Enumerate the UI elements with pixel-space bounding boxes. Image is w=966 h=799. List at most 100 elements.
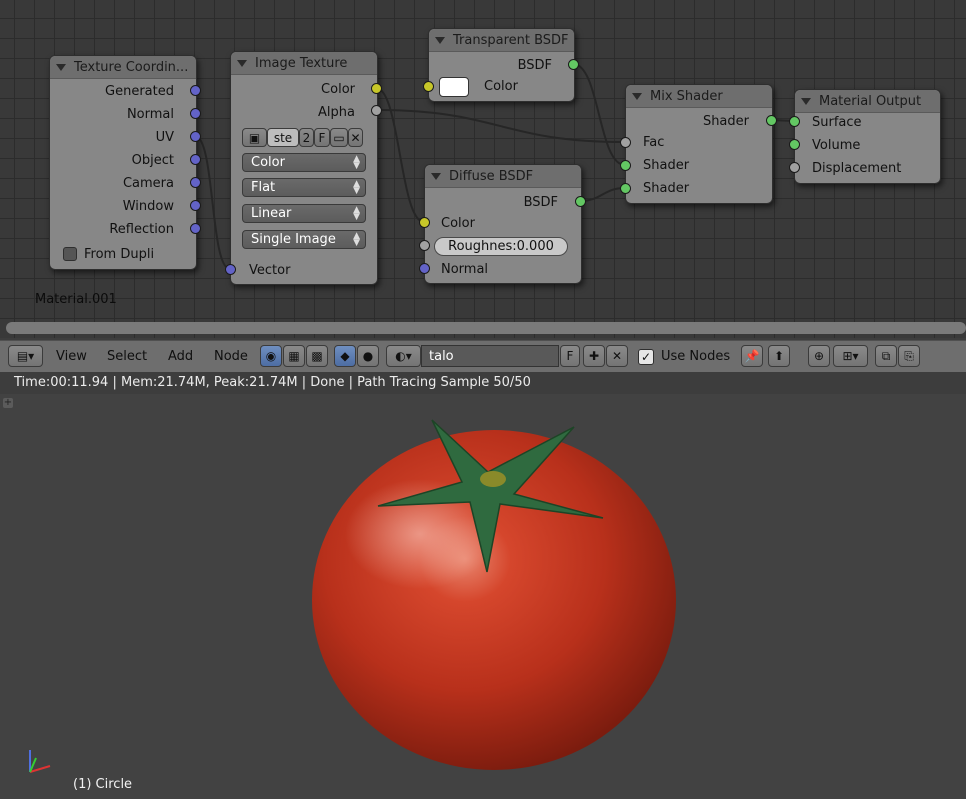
node-header[interactable]: Image Texture xyxy=(231,52,377,75)
socket-bsdf-out[interactable] xyxy=(568,59,579,70)
socket-normal-in[interactable] xyxy=(419,263,430,274)
menu-add[interactable]: Add xyxy=(168,349,193,364)
collapse-triangle-icon[interactable] xyxy=(237,59,247,67)
socket-shader1-in[interactable] xyxy=(620,160,631,171)
output-label-reflection: Reflection xyxy=(109,222,174,237)
socket-generated[interactable] xyxy=(190,85,201,96)
material-name-field[interactable]: talo xyxy=(421,345,559,367)
interpolation-dropdown[interactable]: Linear ▲ ▼ xyxy=(242,204,366,223)
menu-view[interactable]: View xyxy=(56,349,87,364)
color-space-dropdown[interactable]: Color ▲ ▼ xyxy=(242,153,366,172)
dropdown-value: Color xyxy=(251,155,285,170)
node-title: Mix Shader xyxy=(650,88,723,104)
collapse-triangle-icon[interactable] xyxy=(435,36,445,44)
source-dropdown[interactable]: Single Image ▲ ▼ xyxy=(242,230,366,249)
socket-roughness-in[interactable] xyxy=(419,240,430,251)
node-image-texture[interactable]: Image Texture Color Alpha ▣ ste 2 F ▭ ✕ … xyxy=(230,51,378,285)
socket-camera[interactable] xyxy=(190,177,201,188)
node-diffuse-bsdf[interactable]: Diffuse BSDF BSDF Color Roughnes:0.000 N… xyxy=(424,164,582,284)
node-header[interactable]: Texture Coordin... xyxy=(50,56,196,79)
texture-nodes-icon[interactable]: ▩ xyxy=(306,345,328,367)
socket-color-out[interactable] xyxy=(371,83,382,94)
image-user-count[interactable]: 2 xyxy=(299,128,314,147)
new-material-icon[interactable]: ✚ xyxy=(583,345,605,367)
socket-shader2-in[interactable] xyxy=(620,183,631,194)
socket-object[interactable] xyxy=(190,154,201,165)
material-label: Material.001 xyxy=(35,292,117,307)
node-texture-coordinate[interactable]: Texture Coordin... Generated Normal UV O… xyxy=(49,55,197,270)
socket-reflection[interactable] xyxy=(190,223,201,234)
roughness-slider[interactable]: Roughnes:0.000 xyxy=(434,237,568,256)
object-shader-icon[interactable]: ◆ xyxy=(334,345,356,367)
collapse-triangle-icon[interactable] xyxy=(632,92,642,100)
socket-displacement-in[interactable] xyxy=(789,162,800,173)
socket-window[interactable] xyxy=(190,200,201,211)
output-label-window: Window xyxy=(122,199,174,214)
world-shader-icon[interactable]: ● xyxy=(357,345,379,367)
socket-normal[interactable] xyxy=(190,108,201,119)
output-label-color: Color xyxy=(321,82,355,97)
socket-bsdf-out[interactable] xyxy=(575,196,586,207)
node-title: Material Output xyxy=(819,93,922,109)
dropdown-arrows-icon: ▲ ▼ xyxy=(353,179,360,196)
image-browse-icon[interactable]: ▣ xyxy=(242,128,267,147)
material-fake-user-button[interactable]: F xyxy=(560,345,580,367)
node-header[interactable]: Material Output xyxy=(795,90,940,113)
dropdown-value: Flat xyxy=(251,180,276,195)
node-material-output[interactable]: Material Output Surface Volume Displacem… xyxy=(794,89,941,184)
editor-type-icon[interactable]: ▤▾ xyxy=(8,345,43,367)
material-browse-icon[interactable]: ◐▾ xyxy=(386,345,421,367)
go-parent-icon[interactable]: ⬆ xyxy=(768,345,790,367)
projection-dropdown[interactable]: Flat ▲ ▼ xyxy=(242,178,366,197)
node-editor-header: ▤▾ View Select Add Node ◉ ▦ ▩ ◆ ● ◐▾ tal… xyxy=(0,340,966,373)
node-title: Transparent BSDF xyxy=(453,32,569,48)
socket-vector-in[interactable] xyxy=(225,264,236,275)
socket-surface-in[interactable] xyxy=(789,116,800,127)
node-header[interactable]: Diffuse BSDF xyxy=(425,165,581,188)
socket-color-in[interactable] xyxy=(423,81,434,92)
use-nodes-label: Use Nodes xyxy=(661,349,731,364)
node-header[interactable]: Mix Shader xyxy=(626,85,772,108)
link-alpha-fac xyxy=(375,109,626,143)
unlink-image-icon[interactable]: ✕ xyxy=(348,128,363,147)
socket-uv[interactable] xyxy=(190,131,201,142)
socket-fac-in[interactable] xyxy=(620,137,631,148)
from-dupli-checkbox[interactable] xyxy=(63,247,77,261)
image-fake-user-button[interactable]: F xyxy=(314,128,330,147)
socket-volume-in[interactable] xyxy=(789,139,800,150)
output-label-generated: Generated xyxy=(105,84,174,99)
node-title: Image Texture xyxy=(255,55,348,71)
menu-node[interactable]: Node xyxy=(214,349,248,364)
input-label-shader1: Shader xyxy=(643,158,690,173)
unlink-material-icon[interactable]: ✕ xyxy=(606,345,628,367)
menu-select[interactable]: Select xyxy=(107,349,147,364)
tomato-render xyxy=(29,419,676,773)
node-header[interactable]: Transparent BSDF xyxy=(429,29,574,52)
socket-shader-out[interactable] xyxy=(766,115,777,126)
image-name-field[interactable]: ste xyxy=(267,128,299,147)
shader-nodes-icon[interactable]: ◉ xyxy=(260,345,282,367)
horizontal-scrollbar[interactable] xyxy=(6,322,966,334)
copy-nodes-icon[interactable]: ⧉ xyxy=(875,345,897,367)
collapse-triangle-icon[interactable] xyxy=(431,172,441,180)
3d-viewport[interactable]: + (1) Circle xyxy=(0,394,966,799)
image-selector[interactable]: ▣ ste 2 F ▭ ✕ xyxy=(242,128,366,147)
node-editor[interactable]: Texture Coordin... Generated Normal UV O… xyxy=(0,0,966,338)
paste-nodes-icon[interactable]: ⎘ xyxy=(898,345,920,367)
node-transparent-bsdf[interactable]: Transparent BSDF BSDF Color xyxy=(428,28,575,102)
snap-toggle-icon[interactable]: ⊕ xyxy=(808,345,830,367)
node-mix-shader[interactable]: Mix Shader Shader Fac Shader Shader xyxy=(625,84,773,204)
compositing-nodes-icon[interactable]: ▦ xyxy=(283,345,305,367)
color-swatch[interactable] xyxy=(439,77,469,97)
axis-gizmo xyxy=(29,750,51,773)
snap-element-icon[interactable]: ⊞▾ xyxy=(833,345,868,367)
socket-alpha-out[interactable] xyxy=(371,105,382,116)
input-label-shader2: Shader xyxy=(643,181,690,196)
use-nodes-checkbox[interactable]: ✓ xyxy=(638,349,654,365)
pin-icon[interactable]: 📌 xyxy=(741,345,763,367)
collapse-triangle-icon[interactable] xyxy=(56,63,66,71)
collapse-triangle-icon[interactable] xyxy=(801,97,811,105)
open-folder-icon[interactable]: ▭ xyxy=(330,128,348,147)
socket-color-in[interactable] xyxy=(419,217,430,228)
output-label-bsdf: BSDF xyxy=(523,195,558,210)
